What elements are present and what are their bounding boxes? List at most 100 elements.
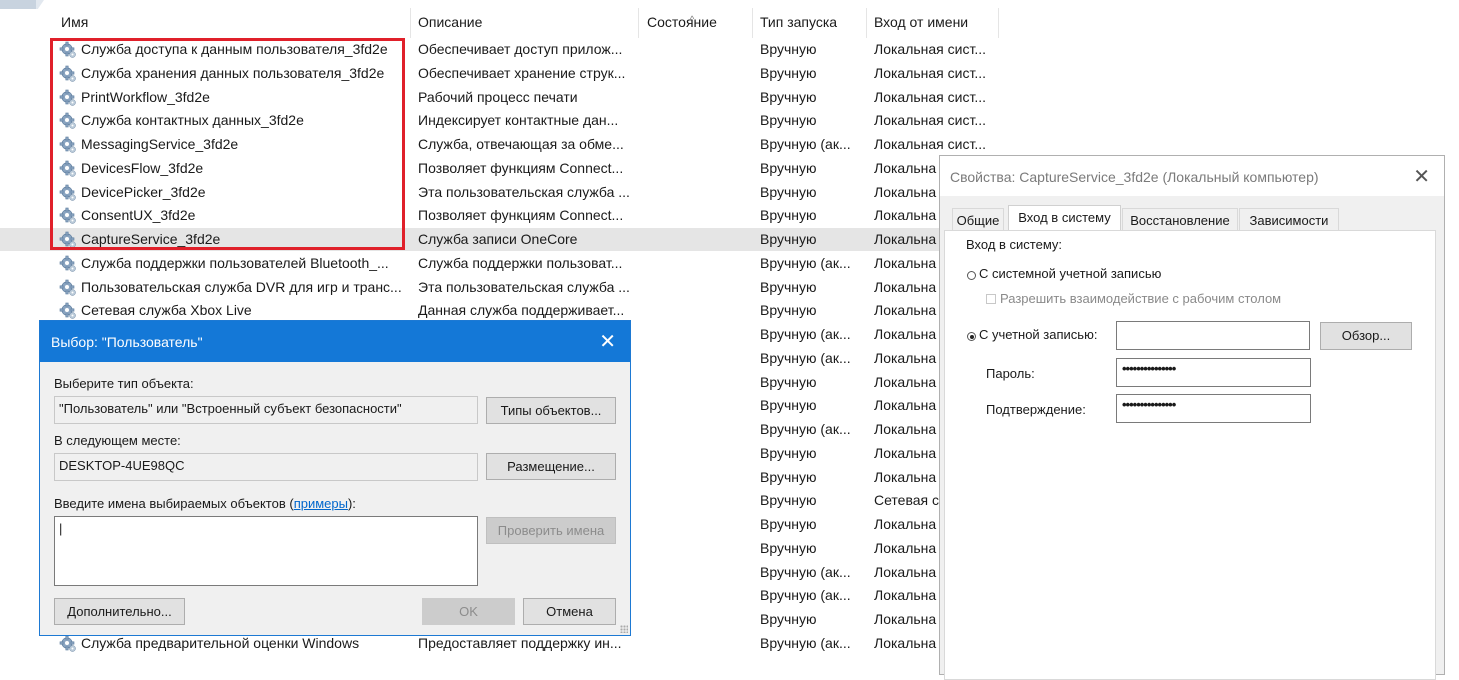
object-names-input[interactable]: |	[54, 516, 478, 586]
service-startup-type: Вручную	[760, 302, 817, 319]
service-gear-icon	[59, 255, 77, 273]
ok-button[interactable]: OK	[422, 598, 515, 625]
password-label: Пароль:	[986, 366, 1035, 381]
service-row[interactable]: DevicePicker_3fd2e Эта пользовательская с…	[0, 181, 1000, 204]
service-description: Служба поддержки пользоват...	[418, 254, 623, 271]
service-gear-icon	[59, 184, 77, 202]
service-description: Эта пользовательская служба ...	[418, 183, 630, 200]
this-account-radio[interactable]	[967, 332, 976, 341]
service-startup-type: Вручную	[760, 516, 817, 532]
service-logon-as: Локальная сист...	[874, 64, 986, 81]
column-header-startup[interactable]: Тип запуска	[760, 14, 837, 30]
service-startup-type: Вручную	[760, 611, 817, 627]
close-icon[interactable]: ✕	[1413, 164, 1430, 189]
properties-title: Свойства: CaptureService_3fd2e (Локальны…	[950, 169, 1319, 185]
enter-names-label: Введите имена выбираемых объектов (приме…	[54, 496, 356, 511]
service-startup-type: Вручную	[760, 444, 817, 461]
service-description: Позволяет функциям Connect...	[418, 207, 624, 224]
service-gear-icon	[59, 136, 77, 154]
column-header-description[interactable]: Описание	[418, 14, 482, 30]
service-description: Предоставляет поддержку ин...	[418, 634, 622, 651]
service-row[interactable]: Сетевая служба Xbox Live Данная служба по…	[0, 299, 1000, 322]
service-logon-as: Локальная сист...	[874, 112, 986, 129]
service-startup-type: Вручную (ак...	[760, 563, 851, 580]
service-row[interactable]: Служба контактных данных_3fd2e Индексируе…	[0, 109, 1000, 132]
confirm-label: Подтверждение:	[986, 402, 1086, 417]
cancel-button[interactable]: Отмена	[523, 598, 616, 625]
service-startup-type: Вручную	[760, 207, 817, 224]
service-startup-type: Вручную	[760, 64, 817, 81]
column-header-status[interactable]: Состояние	[647, 14, 717, 30]
examples-link[interactable]: примеры	[294, 496, 348, 511]
system-account-radio[interactable]	[967, 271, 976, 280]
column-header-name[interactable]: Имя	[61, 14, 88, 30]
service-name: CaptureService_3fd2e	[81, 231, 221, 247]
dialog-title: Выбор: "Пользователь"	[51, 334, 203, 350]
service-startup-type: Вручную (ак...	[760, 421, 851, 437]
tab-recovery[interactable]: Восстановление	[1122, 208, 1238, 230]
service-name: Сетевая служба Xbox Live	[81, 302, 252, 319]
service-row[interactable]: DevicesFlow_3fd2e Позволяет функциям Conn…	[0, 157, 1000, 180]
service-row[interactable]: Пользовательская служба DVR для игр и тр…	[0, 276, 1000, 299]
advanced-button[interactable]: Дополнительно...	[54, 598, 185, 625]
service-startup-type: Вручную	[760, 492, 817, 509]
service-gear-icon	[59, 65, 77, 83]
service-row[interactable]: Служба хранения данных пользователя_3fd2…	[0, 62, 1000, 85]
service-gear-icon	[59, 302, 77, 320]
service-startup-type: Вручную	[760, 468, 817, 485]
service-name: Служба предварительной оценки Windows	[81, 634, 360, 651]
tab-general[interactable]: Общие	[952, 208, 1004, 230]
service-row[interactable]: ConsentUX_3fd2e Позволяет функциям Connec…	[0, 204, 1000, 227]
system-account-label: С системной учетной записью	[979, 266, 1162, 281]
sort-arrow-icon: ^	[690, 14, 695, 24]
allow-desktop-checkbox[interactable]	[986, 294, 996, 304]
service-startup-type: Вручную	[760, 397, 817, 414]
service-gear-icon	[59, 112, 77, 130]
tab-logon[interactable]: Вход в систему	[1008, 205, 1121, 231]
object-types-button[interactable]: Типы объектов...	[486, 397, 616, 424]
service-startup-type: Вручную (ак...	[760, 254, 851, 271]
service-properties-dialog: Свойства: CaptureService_3fd2e (Локальны…	[939, 155, 1445, 680]
service-startup-type: Вручную (ак...	[760, 587, 851, 604]
service-gear-icon	[59, 41, 77, 59]
allow-desktop-label: Разрешить взаимодействие с рабочим столо…	[1000, 291, 1282, 306]
account-input[interactable]	[1116, 321, 1310, 350]
service-startup-type: Вручную (ак...	[760, 136, 851, 152]
service-startup-type: Вручную (ак...	[760, 349, 851, 366]
logon-header: Вход в систему:	[966, 237, 1063, 252]
confirm-password-input[interactable]: •••••••••••••••	[1116, 394, 1311, 423]
service-name: Пользовательская служба DVR для игр и тр…	[81, 278, 402, 295]
service-name: Служба поддержки пользователей Bluetooth…	[81, 254, 389, 271]
service-description: Данная служба поддерживает...	[418, 302, 625, 319]
service-startup-type: Вручную	[760, 41, 817, 57]
object-type-label: Выберите тип объекта:	[54, 376, 194, 391]
column-header-row: Имя Описание Состояние ^ Тип запуска Вхо…	[0, 0, 1000, 40]
service-name: Служба доступа к данным пользователя_3fd…	[81, 41, 388, 57]
logon-tab-panel: Вход в систему: С системной учетной запи…	[944, 230, 1436, 680]
service-description: Обеспечивает доступ прилож...	[418, 41, 623, 57]
location-field: DESKTOP-4UE98QC	[54, 453, 478, 481]
service-startup-type: Вручную	[760, 112, 817, 129]
select-user-dialog: Выбор: "Пользователь" ✕ Выберите тип объ…	[39, 320, 631, 636]
service-startup-type: Вручную	[760, 278, 817, 295]
service-row[interactable]: MessagingService_3fd2e Служба, отвечающая…	[0, 133, 1000, 156]
check-names-button[interactable]: Проверить имена	[486, 517, 616, 544]
locations-button[interactable]: Размещение...	[486, 453, 616, 480]
service-row[interactable]: Служба доступа к данным пользователя_3fd…	[0, 38, 1000, 61]
service-name: MessagingService_3fd2e	[81, 136, 239, 152]
service-row[interactable]: CaptureService_3fd2e Служба записи OneCor…	[0, 228, 1000, 251]
resize-grip-icon[interactable]	[620, 625, 628, 633]
browse-button[interactable]: Обзор...	[1320, 322, 1412, 350]
service-gear-icon	[59, 160, 77, 178]
tab-dependencies[interactable]: Зависимости	[1239, 208, 1339, 230]
close-icon[interactable]: ✕	[599, 329, 616, 354]
service-description: Рабочий процесс печати	[418, 88, 578, 105]
service-description: Обеспечивает хранение струк...	[418, 64, 626, 81]
service-startup-type: Вручную (ак...	[760, 326, 851, 342]
service-name: ConsentUX_3fd2e	[81, 207, 196, 224]
password-input[interactable]: •••••••••••••••	[1116, 358, 1311, 387]
service-row[interactable]: PrintWorkflow_3fd2e Рабочий процесс печат…	[0, 86, 1000, 109]
service-row[interactable]: Служба поддержки пользователей Bluetooth…	[0, 252, 1000, 275]
service-gear-icon	[59, 207, 77, 225]
column-header-logon[interactable]: Вход от имени	[874, 14, 968, 30]
